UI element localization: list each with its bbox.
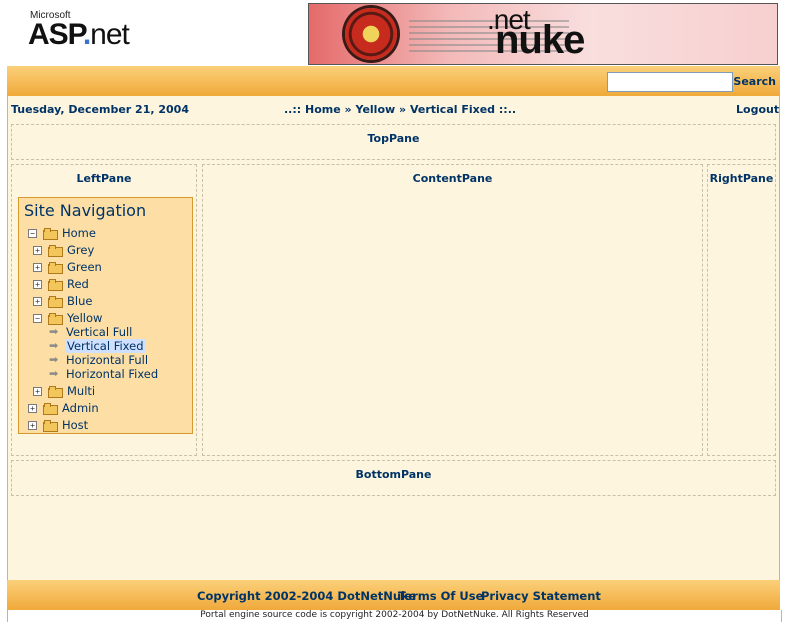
folder-icon — [43, 228, 58, 240]
folder-icon — [48, 262, 63, 274]
site-navigation-box: Site Navigation − Home + Grey + Green + Red + Blu… — [18, 197, 193, 434]
collapse-icon[interactable]: − — [33, 313, 42, 323]
tree-item-label: Host — [62, 418, 89, 432]
dotnetnuke-banner[interactable]: .net nuke — [308, 3, 778, 65]
tree-item-label: Grey — [67, 243, 95, 257]
breadcrumb-item-home[interactable]: Home — [305, 103, 341, 116]
tree-item-host[interactable]: + Host — [28, 418, 88, 432]
folder-icon — [48, 279, 63, 291]
tree-item-admin[interactable]: + Admin — [28, 401, 99, 415]
tree-item-label: Blue — [67, 294, 93, 308]
tree-item-label: Yellow — [67, 311, 103, 325]
arrow-icon: ➡ — [49, 325, 59, 338]
top-pane-title: TopPane — [367, 132, 420, 145]
expand-icon[interactable]: + — [28, 403, 37, 413]
folder-icon — [48, 386, 63, 398]
bottom-pane: BottomPane — [11, 460, 776, 496]
folder-icon — [43, 403, 58, 415]
tree-item-label: Horizontal Full — [66, 353, 149, 367]
tree-item-label: Horizontal Fixed — [66, 367, 159, 381]
top-bar: Search — [7, 66, 780, 96]
expand-icon[interactable]: + — [33, 262, 42, 272]
expand-icon[interactable]: + — [33, 386, 42, 396]
tree-item-label: Multi — [67, 384, 96, 398]
right-pane: RightPane — [707, 164, 776, 456]
content-pane-title: ContentPane — [412, 172, 493, 185]
content-pane: ContentPane — [202, 164, 703, 456]
tree-item-green[interactable]: + Green — [33, 260, 102, 274]
breadcrumb: ..:: Home » Yellow » Vertical Fixed ::.. — [284, 103, 517, 116]
expand-icon[interactable]: + — [33, 296, 42, 306]
expand-icon[interactable]: + — [33, 279, 42, 289]
right-pane-title: RightPane — [709, 172, 774, 185]
folder-icon — [48, 296, 63, 308]
arrow-icon: ➡ — [49, 367, 59, 380]
tree-item-blue[interactable]: + Blue — [33, 294, 92, 308]
tree-item-vertical-full[interactable]: ➡ Vertical Full — [49, 325, 132, 339]
source-copyright-note: Portal engine source code is copyright 2… — [7, 610, 782, 622]
tree-item-home[interactable]: − Home — [28, 226, 96, 240]
tree-item-label: Vertical Fixed — [66, 339, 145, 353]
footer-bar: Copyright 2002-2004 DotNetNuke Terms Of … — [7, 580, 780, 610]
banner-nuke-text: nuke — [495, 18, 585, 62]
left-pane-title: LeftPane — [76, 172, 132, 185]
tree-item-grey[interactable]: + Grey — [33, 243, 94, 257]
site-navigation-title: Site Navigation — [24, 201, 147, 220]
privacy-statement-link[interactable]: Privacy Statement — [481, 589, 601, 603]
copyright-text: Copyright 2002-2004 DotNetNuke — [197, 589, 417, 603]
tree-item-label: Admin — [62, 401, 99, 415]
folder-icon — [43, 420, 58, 432]
top-pane: TopPane — [11, 124, 776, 160]
logout-link[interactable]: Logout — [736, 103, 779, 116]
tree-item-horizontal-fixed[interactable]: ➡ Horizontal Fixed — [49, 367, 158, 381]
current-date: Tuesday, December 21, 2004 — [11, 103, 189, 116]
arrow-icon: ➡ — [49, 353, 59, 366]
search-input[interactable] — [607, 72, 733, 92]
tree-item-label: Red — [67, 277, 89, 291]
tree-item-multi[interactable]: + Multi — [33, 384, 95, 398]
expand-icon[interactable]: + — [33, 245, 42, 255]
tree-item-yellow[interactable]: − Yellow — [33, 311, 102, 325]
arrow-icon: ➡ — [49, 339, 59, 352]
tree-item-label: Green — [67, 260, 102, 274]
gear-icon — [345, 8, 397, 60]
asp-net-logo[interactable]: Microsoft ASP.net — [26, 10, 166, 54]
breadcrumb-item-vertical-fixed[interactable]: Vertical Fixed — [410, 103, 495, 116]
tree-item-red[interactable]: + Red — [33, 277, 89, 291]
terms-of-use-link[interactable]: Terms Of Use — [398, 589, 483, 603]
asp-logo-text: ASP.net — [28, 18, 130, 51]
bottom-pane-title: BottomPane — [355, 468, 432, 481]
search-link[interactable]: Search — [733, 75, 776, 88]
tree-item-horizontal-full[interactable]: ➡ Horizontal Full — [49, 353, 148, 367]
tree-item-vertical-fixed[interactable]: ➡ Vertical Fixed — [49, 339, 145, 353]
breadcrumb-item-yellow[interactable]: Yellow — [355, 103, 395, 116]
folder-icon — [48, 245, 63, 257]
tree-item-label: Vertical Full — [66, 325, 133, 339]
folder-icon — [48, 313, 63, 325]
expand-icon[interactable]: + — [28, 420, 37, 430]
collapse-icon[interactable]: − — [28, 228, 37, 238]
tree-item-label: Home — [62, 226, 96, 240]
